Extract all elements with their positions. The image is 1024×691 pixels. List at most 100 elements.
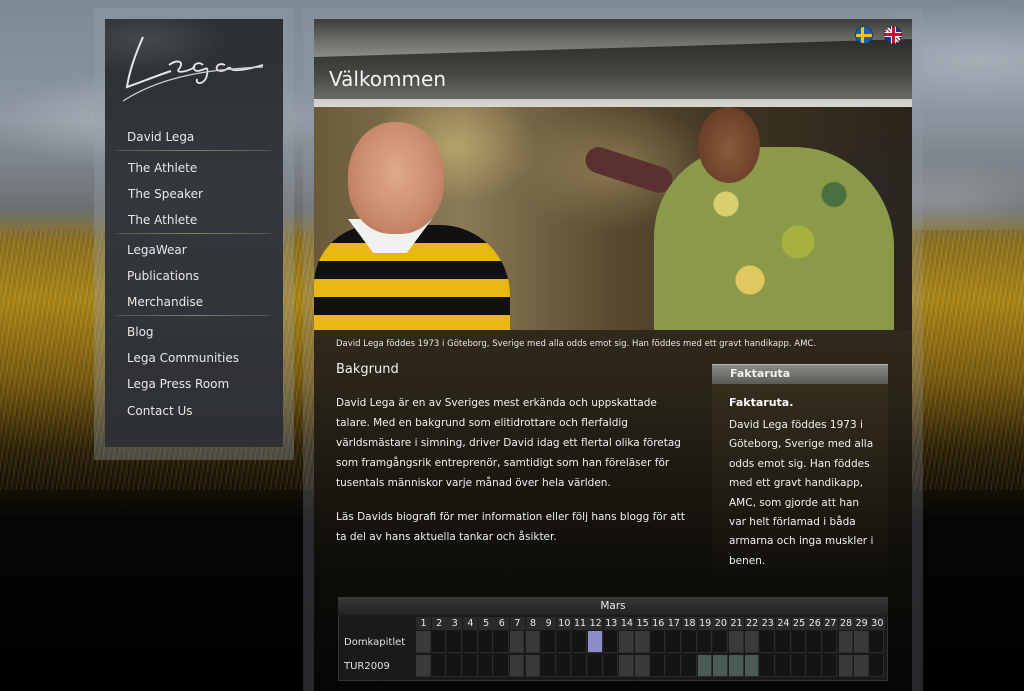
calendar-cell[interactable] xyxy=(431,655,447,677)
calendar-cell[interactable] xyxy=(509,631,525,653)
calendar-cell[interactable] xyxy=(588,631,603,653)
sidebar-item-blog[interactable]: Blog xyxy=(127,325,154,339)
calendar-cell[interactable] xyxy=(744,655,760,677)
sidebar-item-publications[interactable]: Publications xyxy=(127,269,199,283)
calendar-cell[interactable] xyxy=(603,631,619,653)
calendar-day-header: 19 xyxy=(697,617,713,630)
sidebar-item-the-athlete-2[interactable]: The Athlete xyxy=(128,213,197,227)
calendar-cell[interactable] xyxy=(775,655,791,677)
calendar-cell[interactable] xyxy=(682,631,697,653)
factbox-text: David Lega föddes 1973 i Göteborg, Sveri… xyxy=(729,419,874,567)
calendar-day-header: 14 xyxy=(619,617,635,630)
calendar-day-header: 23 xyxy=(760,617,776,630)
calendar-cell[interactable] xyxy=(838,631,854,653)
calendar-cell[interactable] xyxy=(854,631,869,653)
intro-paragraph: David Lega är en av Sveriges mest erkänd… xyxy=(336,397,681,489)
calendar-day-header: 29 xyxy=(854,617,870,630)
calendar-day-header: 3 xyxy=(447,617,463,630)
calendar-cell[interactable] xyxy=(572,655,588,677)
calendar-row-label: TUR2009 xyxy=(344,661,390,672)
logo[interactable] xyxy=(105,19,283,111)
calendar-cell[interactable] xyxy=(822,631,838,653)
calendar-cell[interactable] xyxy=(619,631,635,653)
calendar-cell[interactable] xyxy=(713,655,728,677)
calendar-cell[interactable] xyxy=(462,631,478,653)
calendar-cell[interactable] xyxy=(556,655,572,677)
calendar-cell[interactable] xyxy=(838,655,854,677)
calendar-cell[interactable] xyxy=(603,655,619,677)
sidebar-divider xyxy=(117,233,271,234)
factbox-header-label: Faktaruta xyxy=(730,367,791,380)
calendar-cell[interactable] xyxy=(854,655,869,677)
sidebar-item-lega-press-room[interactable]: Lega Press Room xyxy=(127,377,229,391)
calendar-cell[interactable] xyxy=(666,655,681,677)
calendar-cell[interactable] xyxy=(807,631,822,653)
swedish-flag-icon[interactable] xyxy=(855,26,873,44)
sidebar-divider xyxy=(117,315,271,316)
calendar-day-header: 11 xyxy=(572,617,588,630)
calendar-cell[interactable] xyxy=(635,631,650,653)
calendar-cell[interactable] xyxy=(729,655,744,677)
sidebar-item-contact-us[interactable]: Contact Us xyxy=(127,404,193,418)
calendar-cell[interactable] xyxy=(775,631,791,653)
calendar-cell[interactable] xyxy=(572,631,588,653)
calendar-cell[interactable] xyxy=(791,655,807,677)
calendar-cell[interactable] xyxy=(791,631,807,653)
calendar-day-header: 1 xyxy=(416,617,431,630)
calendar-cell[interactable] xyxy=(635,655,650,677)
calendar-cell[interactable] xyxy=(509,655,525,677)
calendar-cell[interactable] xyxy=(760,631,775,653)
calendar-day-header: 24 xyxy=(775,617,791,630)
calendar-cell[interactable] xyxy=(807,655,822,677)
sidebar-item-legawear[interactable]: LegaWear xyxy=(127,243,187,257)
calendar-day-header: 12 xyxy=(588,617,604,630)
calendar-cell[interactable] xyxy=(822,655,838,677)
calendar-cell[interactable] xyxy=(416,631,431,653)
photo-person-left-head xyxy=(348,122,444,234)
calendar-cell[interactable] xyxy=(541,655,556,677)
calendar-cell[interactable] xyxy=(650,655,666,677)
calendar-cell[interactable] xyxy=(462,655,478,677)
calendar-cell[interactable] xyxy=(869,655,885,677)
calendar-cell[interactable] xyxy=(619,655,635,677)
calendar-day-header: 17 xyxy=(666,617,682,630)
calendar-cell[interactable] xyxy=(588,655,603,677)
header-banner xyxy=(314,19,912,107)
calendar-cell[interactable] xyxy=(478,631,494,653)
sidebar-item-lega-communities[interactable]: Lega Communities xyxy=(127,351,239,365)
calendar-cell[interactable] xyxy=(447,655,462,677)
calendar-day-header: 28 xyxy=(838,617,854,630)
page-title: Välkommen xyxy=(329,67,446,91)
calendar-cell[interactable] xyxy=(416,655,431,677)
calendar-cell[interactable] xyxy=(760,655,775,677)
calendar-cell[interactable] xyxy=(650,631,666,653)
calendar-cell[interactable] xyxy=(729,631,744,653)
calendar-cell[interactable] xyxy=(541,631,556,653)
calendar-cell[interactable] xyxy=(447,631,462,653)
factbox-title: Faktaruta. xyxy=(729,396,794,409)
calendar-day-header: 13 xyxy=(603,617,619,630)
calendar-cell[interactable] xyxy=(525,631,541,653)
sidebar-item-david-lega[interactable]: David Lega xyxy=(127,130,194,144)
calendar-cell[interactable] xyxy=(431,631,447,653)
calendar-cell[interactable] xyxy=(556,631,572,653)
calendar-cell[interactable] xyxy=(713,631,728,653)
sidebar-item-merchandise[interactable]: Merchandise xyxy=(127,295,203,309)
calendar-cell[interactable] xyxy=(525,655,541,677)
calendar-cell[interactable] xyxy=(697,631,713,653)
calendar-cell[interactable] xyxy=(494,631,509,653)
calendar-day-header: 15 xyxy=(635,617,651,630)
calendar-cell[interactable] xyxy=(666,631,681,653)
sidebar-item-the-speaker[interactable]: The Speaker xyxy=(128,187,203,201)
calendar-cell[interactable] xyxy=(744,631,760,653)
sidebar-item-the-athlete[interactable]: The Athlete xyxy=(128,161,197,175)
calendar-day-header: 4 xyxy=(462,617,478,630)
calendar-cell[interactable] xyxy=(697,655,713,677)
calendar-cell[interactable] xyxy=(869,631,885,653)
calendar-cell[interactable] xyxy=(478,655,494,677)
calendar-cell[interactable] xyxy=(682,655,697,677)
calendar-day-header: 16 xyxy=(650,617,666,630)
lega-logo-icon xyxy=(122,36,264,102)
calendar-cell[interactable] xyxy=(494,655,509,677)
uk-flag-icon[interactable] xyxy=(884,26,902,44)
